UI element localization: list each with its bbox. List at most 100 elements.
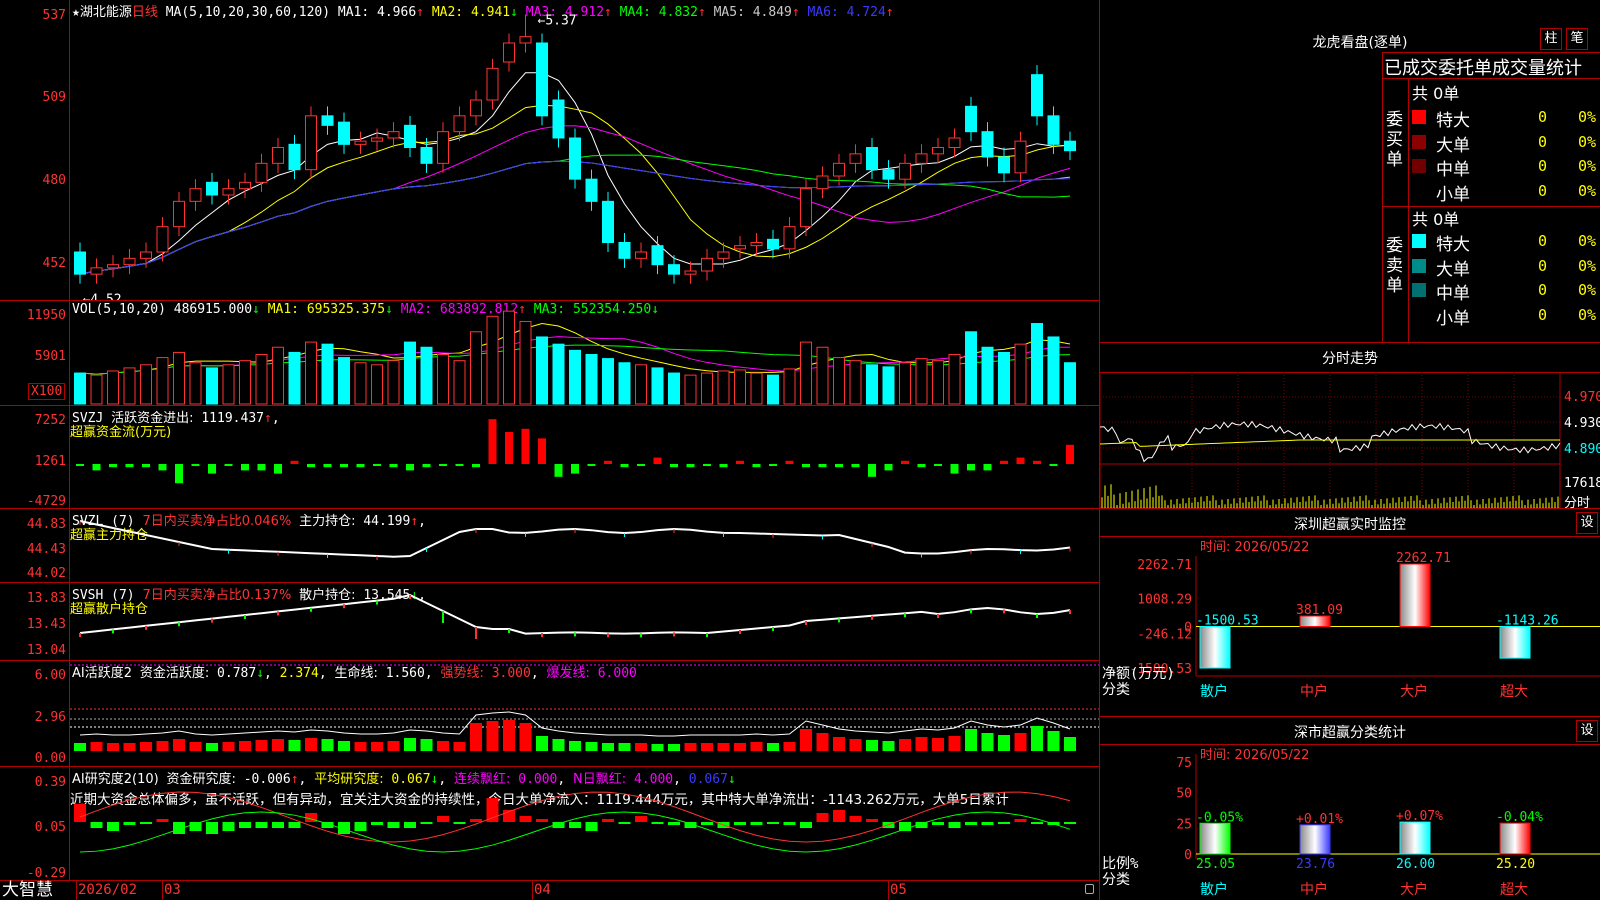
activity-bar [1064, 737, 1076, 751]
research-bar [981, 822, 994, 825]
activity-bar [618, 743, 631, 751]
volume-bar [734, 369, 746, 405]
y-tick-label: 480 [42, 173, 66, 188]
candle-body [767, 238, 779, 250]
research-bar [585, 822, 598, 831]
candle-body [519, 36, 532, 44]
candle-body [932, 147, 944, 155]
fund-flow-bar [323, 464, 332, 468]
classify-y-label: 比例% [1102, 856, 1139, 872]
candle-body [1014, 140, 1027, 174]
order-percent: 0% [1578, 232, 1597, 250]
research-bar [734, 822, 746, 825]
sell-total: 共 0单 [1412, 210, 1460, 229]
chart-area[interactable]: ★湖北能源日线 MA(5,10,20,30,60,120) MA1: 4.966… [0, 0, 1100, 900]
research-bar [272, 822, 284, 828]
volume-bar [618, 362, 631, 405]
volume-bar [602, 358, 614, 405]
fund-flow-bar [967, 464, 975, 471]
fund-flow-chart[interactable] [70, 406, 1099, 508]
volume-bar [684, 374, 697, 405]
research-bar [783, 822, 796, 825]
fund-flow-bar [835, 464, 843, 468]
activity-chart[interactable] [70, 661, 1099, 766]
volume-bar [816, 346, 829, 405]
activity-bar [635, 743, 647, 751]
order-percent: 0% [1578, 305, 1597, 324]
fund-flow-bar [653, 457, 662, 464]
column-view-button[interactable]: 柱 [1540, 28, 1562, 50]
activity-bar [965, 729, 977, 751]
activity-bar [371, 742, 383, 751]
fund-flow-bar [1033, 460, 1041, 464]
candle-body [800, 188, 812, 228]
research-bar [849, 816, 862, 822]
tick-view-button[interactable]: 笔 [1566, 28, 1588, 50]
monitor-y-tick: 1008.29 [1137, 593, 1192, 608]
intraday-p3: 4.890 [1564, 442, 1600, 457]
monitor-bar [1499, 626, 1531, 659]
candle-body [618, 242, 631, 259]
intraday-chart[interactable] [1100, 372, 1600, 508]
classify-value-label: 26.00 [1396, 857, 1435, 872]
order-color-swatch [1412, 283, 1426, 297]
activity-line [79, 711, 1071, 737]
order-color-swatch [1412, 159, 1426, 173]
activity-bar [90, 742, 103, 751]
y-tick-label: -4729 [26, 494, 66, 509]
volume-bar [948, 353, 961, 405]
candle-body [1031, 74, 1043, 117]
fund-flow-bar [472, 464, 480, 468]
order-type-label: 大单 [1436, 259, 1470, 280]
activity-bar [404, 738, 416, 751]
longhu-subtitle: 已成交委托单成交量统计 [1384, 58, 1582, 79]
fund-flow-bar [142, 464, 150, 468]
retail-chart[interactable] [70, 583, 1099, 660]
volume-bar [932, 360, 944, 405]
lock-icon[interactable] [1085, 884, 1094, 894]
y-tick-label: 44.83 [26, 517, 66, 532]
sell-side-label: 委卖单 [1386, 236, 1403, 296]
order-type-label: 中单 [1436, 160, 1470, 180]
research-bar [222, 822, 235, 831]
candlestick-chart[interactable]: ←5.37 ←4.52 [70, 0, 1099, 300]
classify-bar-chart[interactable]: 75 50 25 0 -0.05% 25.05 散户 +0.01% 23.76 中户 +0.07% 2… [1100, 744, 1600, 900]
research-bar [519, 816, 532, 822]
volume-bar [74, 372, 86, 405]
monitor-value-label: -1500.53 [1196, 614, 1259, 629]
activity-bar [536, 736, 548, 751]
main-force-chart[interactable] [70, 509, 1099, 582]
activity-bar [288, 740, 301, 751]
candle-body [651, 245, 664, 266]
candle-body [470, 99, 482, 117]
monitor-bar-chart[interactable]: 2262.711008.29-246.12-1500.530 -1500.53散户… [1100, 536, 1600, 716]
monitor-category-label: 超大 [1500, 684, 1528, 700]
volume-bar [569, 349, 581, 405]
monitor-settings-button[interactable]: 设 [1576, 512, 1598, 534]
volume-bar [90, 374, 103, 405]
volume-chart[interactable] [70, 301, 1099, 405]
monitor-bar [1199, 626, 1231, 669]
volume-bar [899, 362, 911, 405]
classify-settings-button[interactable]: 设 [1576, 720, 1598, 742]
monitor-category-label: 中户 [1300, 683, 1328, 700]
activity-bar [437, 741, 449, 751]
fund-flow-bar [109, 464, 117, 468]
fund-flow-bar [802, 464, 810, 468]
candle-body [420, 147, 433, 164]
fund-flow-bar [818, 464, 827, 468]
monitor-value-label: -1143.26 [1496, 614, 1559, 629]
research-chart[interactable] [70, 767, 1099, 880]
volume-bar [552, 343, 565, 405]
volume-bar [833, 357, 845, 405]
y-tick-label: 11950 [26, 308, 66, 323]
fund-flow-bar [373, 464, 381, 466]
research-bar [651, 822, 664, 824]
candle-body [717, 251, 730, 259]
activity-bar [222, 742, 235, 751]
fund-flow-bar [538, 438, 546, 464]
fund-flow-bar [917, 464, 926, 468]
volume-bar [437, 353, 449, 405]
candle-body [503, 42, 515, 63]
fund-flow-bar [224, 464, 233, 466]
